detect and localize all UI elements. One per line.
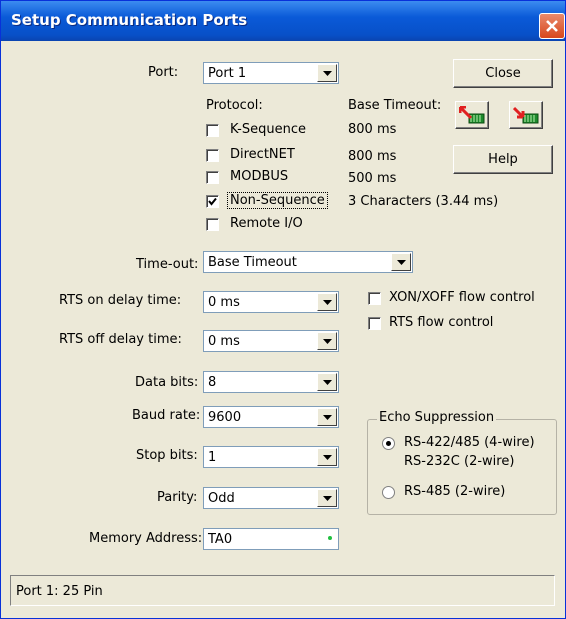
stop-bits-label: Stop bits:	[136, 448, 198, 463]
directnet-label: DirectNET	[230, 147, 295, 162]
stop-bits-dropdown-arrow[interactable]	[317, 448, 337, 466]
memory-address-label: Memory Address:	[89, 531, 203, 546]
non-sequence-timeout: 3 Characters (3.44 ms)	[348, 194, 499, 209]
baud-rate-select[interactable]: 9600	[203, 406, 339, 428]
modbus-timeout: 500 ms	[348, 171, 397, 186]
port-value: Port 1	[208, 66, 247, 81]
remote-io-label: Remote I/O	[230, 216, 303, 231]
read-icon	[459, 106, 485, 124]
setup-dialog: Setup Communication Ports Port: Port 1 C…	[0, 0, 566, 619]
status-text: Port 1: 25 Pin	[16, 584, 103, 599]
rs485-radio[interactable]	[382, 486, 395, 499]
data-bits-dropdown-arrow[interactable]	[317, 373, 337, 391]
parity-select[interactable]: Odd	[203, 487, 339, 509]
rts-off-label: RTS off delay time:	[59, 332, 182, 347]
rts-on-select[interactable]: 0 ms	[203, 291, 339, 313]
stop-bits-value: 1	[208, 450, 217, 465]
directnet-timeout: 800 ms	[348, 149, 397, 164]
close-icon	[546, 20, 558, 32]
check-icon	[208, 197, 217, 206]
non-sequence-label: Non-Sequence	[227, 192, 328, 209]
port-label: Port:	[148, 65, 179, 80]
parity-label: Parity:	[157, 490, 198, 505]
chevron-down-icon	[323, 455, 332, 460]
rs485-label: RS-485 (2-wire)	[404, 484, 506, 499]
rts-off-select[interactable]: 0 ms	[203, 330, 339, 352]
close-button[interactable]: Close	[453, 59, 553, 88]
chevron-down-icon	[323, 339, 332, 344]
rs422-label: RS-422/485 (4-wire)	[404, 435, 535, 450]
port-select[interactable]: Port 1	[203, 62, 339, 84]
rts-on-label: RTS on delay time:	[59, 293, 182, 308]
write-port-button[interactable]	[509, 101, 543, 129]
directnet-checkbox[interactable]	[206, 149, 219, 162]
parity-value: Odd	[208, 491, 235, 506]
non-sequence-checkbox[interactable]	[206, 195, 219, 208]
rts-off-value: 0 ms	[208, 334, 240, 349]
memory-address-input[interactable]: TA0	[203, 528, 339, 550]
rts-on-value: 0 ms	[208, 295, 240, 310]
window-close-button[interactable]	[539, 13, 565, 39]
rts-on-dropdown-arrow[interactable]	[317, 293, 337, 311]
k-sequence-timeout: 800 ms	[348, 122, 397, 137]
modbus-label: MODBUS	[230, 169, 289, 184]
stop-bits-select[interactable]: 1	[203, 446, 339, 468]
chevron-down-icon	[397, 260, 406, 265]
data-bits-label: Data bits:	[135, 375, 199, 390]
remote-io-checkbox[interactable]	[206, 218, 219, 231]
port-dropdown-arrow[interactable]	[317, 64, 337, 82]
rs422-radio[interactable]	[382, 437, 395, 450]
chevron-down-icon	[323, 380, 332, 385]
chevron-down-icon	[323, 71, 332, 76]
chevron-down-icon	[323, 300, 332, 305]
chevron-down-icon	[323, 496, 332, 501]
baud-rate-value: 9600	[208, 410, 242, 425]
rs232-label: RS-232C (2-wire)	[404, 454, 515, 469]
echo-suppression-legend: Echo Suppression	[377, 410, 497, 425]
baud-rate-dropdown-arrow[interactable]	[317, 408, 337, 426]
data-bits-select[interactable]: 8	[203, 371, 339, 393]
write-icon	[513, 106, 539, 124]
rts-flow-checkbox[interactable]	[368, 317, 381, 330]
timeout-label: Time-out:	[136, 257, 199, 272]
modbus-checkbox[interactable]	[206, 171, 219, 184]
k-sequence-checkbox[interactable]	[206, 124, 219, 137]
title-bar[interactable]: Setup Communication Ports	[1, 1, 565, 41]
protocol-header: Protocol:	[206, 98, 263, 113]
valid-indicator-icon	[328, 536, 332, 540]
xon-xoff-label: XON/XOFF flow control	[389, 290, 535, 305]
rts-off-dropdown-arrow[interactable]	[317, 332, 337, 350]
data-bits-value: 8	[208, 375, 217, 390]
read-port-button[interactable]	[455, 101, 489, 129]
timeout-value: Base Timeout	[208, 255, 297, 270]
baud-rate-label: Baud rate:	[132, 408, 201, 423]
help-button[interactable]: Help	[453, 145, 553, 174]
k-sequence-label: K-Sequence	[230, 122, 306, 137]
chevron-down-icon	[323, 415, 332, 420]
xon-xoff-checkbox[interactable]	[368, 292, 381, 305]
base-timeout-header: Base Timeout:	[348, 98, 442, 113]
window-title: Setup Communication Ports	[11, 11, 248, 29]
timeout-select[interactable]: Base Timeout	[203, 251, 413, 273]
parity-dropdown-arrow[interactable]	[317, 489, 337, 507]
timeout-dropdown-arrow[interactable]	[391, 253, 411, 271]
rts-flow-label: RTS flow control	[389, 315, 494, 330]
memory-address-value: TA0	[208, 532, 233, 547]
status-bar: Port 1: 25 Pin	[10, 575, 555, 606]
